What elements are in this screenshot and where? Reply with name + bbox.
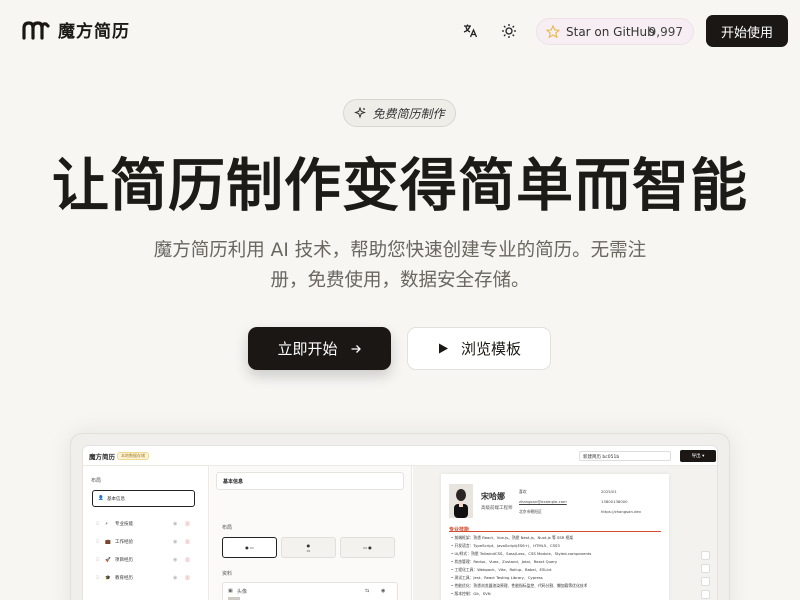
resume-preview-panel: 宋哈娜 高级前端工程师 喜欢 zhangsan@example.com 北京市朝… [413, 466, 717, 600]
browse-templates-label: 浏览模板 [460, 340, 521, 358]
tool-layout-icon[interactable] [701, 551, 710, 560]
start-using-button[interactable]: 开始使用 [706, 15, 788, 47]
start-now-button[interactable]: 立即开始 [248, 327, 391, 370]
section-item-skills[interactable]: ⠿ ⚡ 专业技能 ◉ ▥ [91, 518, 195, 530]
resume-info-website: https://zhangsan.dev [601, 509, 642, 514]
start-now-label: 立即开始 [277, 340, 338, 358]
section-item-label: 项目经历 [115, 558, 133, 563]
app-export-label: 导出 [691, 454, 701, 459]
app-filename-input[interactable]: 新建简历 bc051b [579, 451, 671, 461]
lightning-icon: ⚡ [105, 521, 109, 527]
resume-bullet: • 前端框架：熟悉 React、Vue.js，熟悉 Next.js、Nuxt.j… [451, 535, 574, 540]
mid-layout-label: 布局 [222, 525, 233, 531]
trash-icon[interactable]: ▥ [185, 557, 190, 563]
drag-handle-icon[interactable]: ⠿ [96, 522, 99, 527]
drag-handle-icon[interactable]: ⠿ [96, 576, 99, 581]
badge-text: 免费简历制作 [372, 106, 445, 121]
app-storage-tag: 本地数据存储 [117, 452, 149, 460]
tool-copy-icon[interactable] [701, 590, 710, 599]
hero-subtext: 魔方简历利用 AI 技术，帮助您快速创建专业的简历。无需注册，免费使用，数据安全… [153, 240, 647, 291]
drag-handle-icon[interactable]: ⠿ [96, 558, 99, 563]
resume-name: 宋哈娜 [481, 492, 505, 501]
app-toolbar: 魔方简历 本地数据存储 新建简历 bc051b 导出 ▾ [83, 446, 717, 466]
eye-icon[interactable]: ◉ [381, 588, 385, 594]
eye-icon[interactable]: ◉ [173, 557, 177, 563]
tool-theme-icon[interactable] [701, 564, 710, 573]
logo-mark-icon [22, 20, 50, 40]
logo-text: 魔方简历 [58, 22, 130, 42]
resume-bullet: • 测试工具：Jest、React Testing Library、Cypres… [451, 575, 543, 580]
resume-photo [449, 484, 473, 518]
app-export-button[interactable]: 导出 ▾ [680, 450, 716, 462]
trash-icon[interactable]: ▥ [185, 521, 190, 527]
resume-bullet: • 性能优化：熟悉浏览器渲染原理、性能指标监控、代码分割、懒加载等优化技术 [451, 583, 588, 588]
user-icon: 👤 [98, 496, 104, 501]
translate-icon[interactable] [459, 20, 481, 42]
trash-icon[interactable]: ▥ [185, 539, 190, 545]
hero-headline: 让简历制作变得简单而智能 [52, 152, 748, 219]
browse-templates-button[interactable]: 浏览模板 [407, 327, 551, 370]
section-item-basic[interactable]: 👤 基本信息 [92, 490, 195, 507]
star-icon [546, 24, 560, 38]
resume-role: 高级前端工程师 [481, 506, 513, 511]
play-icon [438, 343, 448, 354]
editor-panel: 基本信息 布局 ● ▭ ● ▭ ▭ ● 资料 ▣ 头像 ⇆ ◉ [210, 466, 412, 600]
resume-bullet: • UI/样式：熟悉 TailwindCSS、Sass/Less、CSS Mod… [451, 551, 592, 556]
sparkle-icon [354, 107, 367, 119]
section-item-work[interactable]: ⠿ 💼 工作经验 ◉ ▥ [91, 536, 195, 548]
image-icon: ▣ [228, 588, 233, 594]
resume-info-gender: 喜欢 [519, 489, 527, 494]
left-layout-label: 布局 [91, 478, 102, 484]
theme-toggle-icon[interactable] [498, 20, 520, 42]
section-item-education[interactable]: ⠿ 🎓 教育经历 ◉ ▥ [91, 572, 195, 584]
resume-bullet: • 工程化工具：Webpack、Vite、Rollup、Babel、ESLint [451, 567, 552, 572]
resume-info-email: zhangsan@example.com [519, 499, 567, 504]
app-preview: 魔方简历 本地数据存储 新建简历 bc051b 导出 ▾ 布局 👤 基本信息 ⠿… [82, 445, 718, 600]
layout-option-left[interactable]: ● ▭ [222, 537, 277, 558]
top-nav: 魔方简历 Star on GitHub 9,997 开始使用 [0, 0, 800, 62]
resume-bullet: • 开发语言：TypeScript、JavaScript(ES6+)、HTML5… [451, 543, 560, 548]
avatar-label: 头像 [237, 589, 248, 595]
layout-option-center[interactable]: ● ▭ [281, 537, 336, 558]
resume-info-phone: 13800138000 [601, 499, 628, 504]
tool-settings-icon[interactable] [701, 577, 710, 586]
swap-icon[interactable]: ⇆ [365, 588, 369, 594]
graduation-cap-icon: 🎓 [105, 575, 111, 581]
section-item-label: 基本信息 [107, 496, 125, 502]
section-title: 基本信息 [223, 479, 244, 485]
avatar-card: ▣ 头像 ⇆ ◉ [222, 582, 398, 600]
section-item-label: 专业技能 [115, 522, 133, 527]
section-title-card: 基本信息 [216, 472, 404, 490]
section-item-label: 教育经历 [115, 576, 133, 581]
github-star-count: 9,997 [648, 24, 683, 39]
logo[interactable]: 魔方简历 [22, 17, 130, 42]
resume-bullet: • 版本控制：Git、SVN [451, 591, 491, 596]
material-label: 资料 [222, 571, 233, 577]
resume-info-date: 2025/01 [601, 489, 617, 494]
section-list-panel: 布局 👤 基本信息 ⠿ ⚡ 专业技能 ◉ ▥ ⠿ 💼 工作经验 ◉ ▥ ⠿ 🚀 … [83, 466, 209, 600]
drag-handle-icon[interactable]: ⠿ [96, 540, 99, 545]
preview-tools [701, 551, 713, 600]
briefcase-icon: 💼 [105, 539, 111, 545]
free-badge: 免费简历制作 [343, 99, 456, 127]
arrow-right-icon [351, 344, 361, 353]
section-item-projects[interactable]: ⠿ 🚀 项目经历 ◉ ▥ [91, 554, 195, 566]
app-title: 魔方简历 [89, 453, 115, 461]
github-star-label: Star on GitHub [566, 24, 655, 39]
eye-icon[interactable]: ◉ [173, 575, 177, 581]
github-star-button[interactable]: Star on GitHub 9,997 [536, 18, 694, 45]
section-item-label: 工作经验 [115, 540, 133, 545]
resume-info-location: 北京市朝阳区 [519, 509, 542, 514]
rocket-icon: 🚀 [105, 557, 111, 563]
resume-page: 宋哈娜 高级前端工程师 喜欢 zhangsan@example.com 北京市朝… [441, 474, 669, 600]
eye-icon[interactable]: ◉ [173, 539, 177, 545]
eye-icon[interactable]: ◉ [173, 521, 177, 527]
resume-bullet: • 状态管理：Redux、Vuex、Zustand、Jotai、React Qu… [451, 559, 558, 564]
layout-option-right[interactable]: ▭ ● [340, 537, 395, 558]
trash-icon[interactable]: ▥ [185, 575, 190, 581]
resume-section-divider [449, 531, 661, 532]
